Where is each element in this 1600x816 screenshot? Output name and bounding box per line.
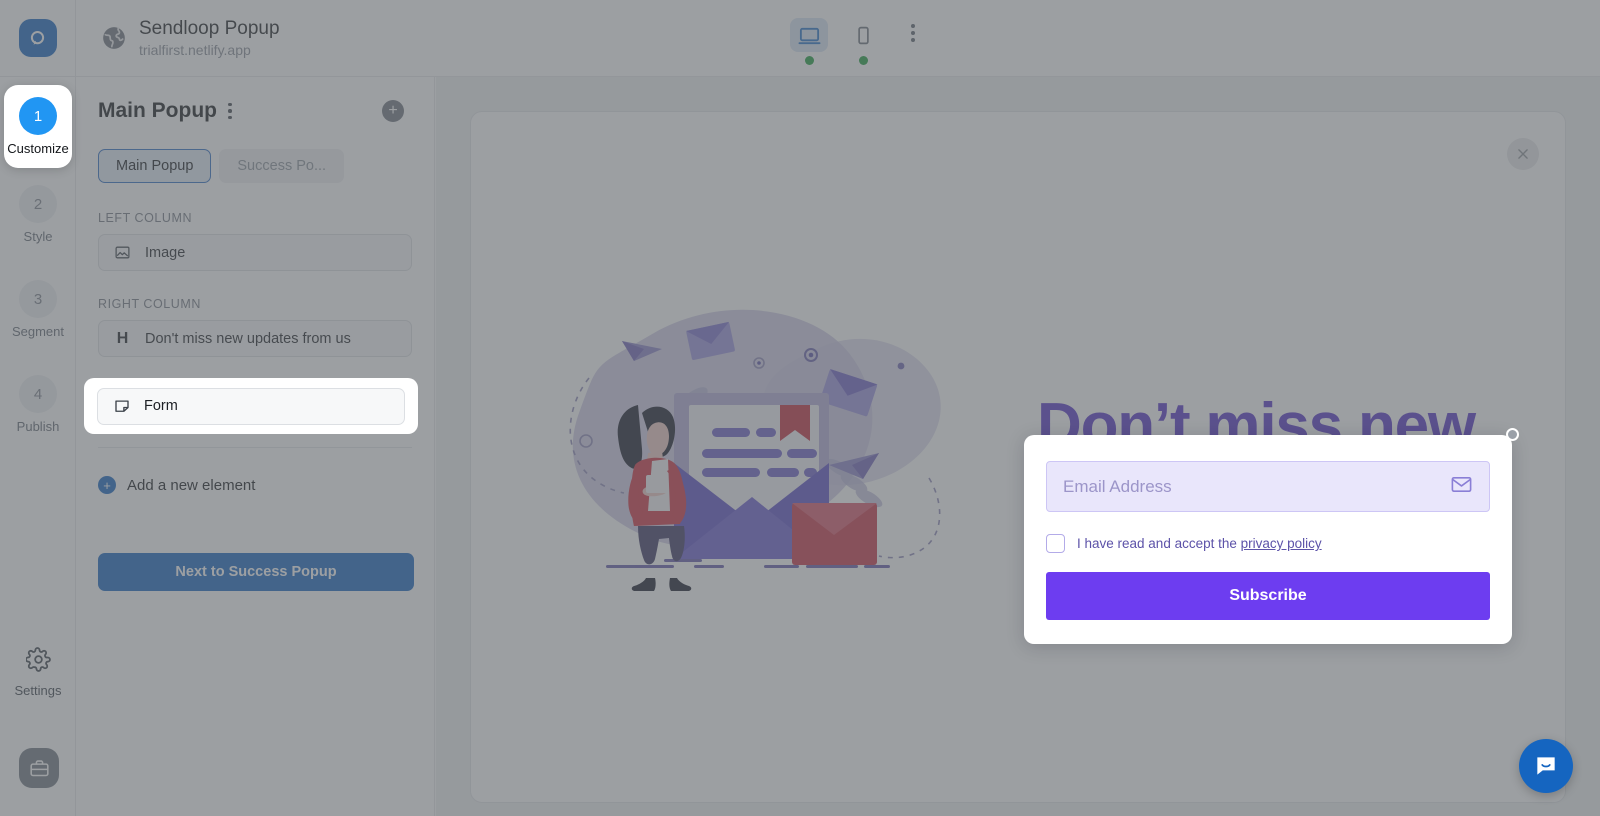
mobile-icon xyxy=(844,18,882,52)
chat-bubble-icon[interactable] xyxy=(1519,739,1573,793)
element-heading[interactable]: H Don't miss new updates from us xyxy=(98,320,412,357)
desktop-icon xyxy=(790,18,828,52)
privacy-policy-link[interactable]: privacy policy xyxy=(1241,536,1322,551)
element-image[interactable]: Image xyxy=(98,234,412,271)
element-form[interactable]: Form xyxy=(97,387,405,425)
popup-subscribe-form: Email Address I have read and accept the… xyxy=(1024,428,1519,644)
gear-icon xyxy=(24,647,51,677)
step-number: 4 xyxy=(19,375,57,413)
panel-divider xyxy=(98,447,412,448)
globe-icon xyxy=(101,25,127,51)
popup-illustration xyxy=(471,112,1027,802)
element-label: Don't miss new updates from us xyxy=(145,330,351,347)
tab-main-popup[interactable]: Main Popup xyxy=(98,149,212,183)
plus-circle-icon: + xyxy=(98,476,116,494)
sidebar-step-customize[interactable]: 1 Customize xyxy=(4,85,72,168)
panel-options-kebab-icon[interactable] xyxy=(226,101,234,122)
form-icon xyxy=(112,397,131,415)
envelope-icon xyxy=(1450,473,1473,501)
left-column-label: LEFT COLUMN xyxy=(98,211,193,225)
sidebar-step-publish[interactable]: 4 Publish xyxy=(0,363,76,444)
sidebar-step-style[interactable]: 2 Style xyxy=(0,173,76,254)
settings-label: Settings xyxy=(14,683,62,698)
editor-panel: Main Popup + Main Popup Success Po... LE… xyxy=(76,77,435,816)
step-rail: 1 Customize 2 Style 3 Segment 4 Publish xyxy=(0,77,76,816)
step-label: Customize xyxy=(7,141,69,156)
form-resize-handle[interactable] xyxy=(1506,428,1519,441)
email-input-placeholder: Email Address xyxy=(1063,476,1172,496)
site-url: trialfirst.netlify.app xyxy=(139,42,251,59)
privacy-consent-row: I have read and accept the privacy polic… xyxy=(1046,534,1490,553)
app-logo[interactable] xyxy=(0,0,76,77)
add-new-element-button[interactable]: + Add a new element xyxy=(98,476,412,494)
panel-header: Main Popup + xyxy=(98,99,412,123)
step-number: 1 xyxy=(19,97,57,135)
site-info: Sendloop Popup trialfirst.netlify.app xyxy=(76,17,280,60)
element-label: Form xyxy=(144,398,178,414)
subscribe-button[interactable]: Subscribe xyxy=(1046,572,1490,620)
device-preview-toolbar xyxy=(790,14,928,65)
image-icon xyxy=(113,244,132,261)
step-label: Publish xyxy=(16,419,60,434)
step-label: Style xyxy=(23,229,53,244)
tab-success-popup[interactable]: Success Po... xyxy=(219,149,345,183)
kebab-menu-icon[interactable] xyxy=(898,16,928,50)
mobile-preview-button[interactable] xyxy=(844,14,882,65)
email-newsletter-illustration xyxy=(569,309,941,591)
mobile-status-dot xyxy=(858,56,868,65)
popup-tabs: Main Popup Success Po... xyxy=(98,149,412,183)
sidebar-step-segment[interactable]: 3 Segment xyxy=(0,268,76,349)
email-field[interactable]: Email Address xyxy=(1046,461,1490,512)
privacy-consent-label: I have read and accept the privacy polic… xyxy=(1077,536,1322,551)
desktop-status-dot xyxy=(804,56,814,65)
add-popup-plus-icon[interactable]: + xyxy=(382,100,404,122)
privacy-consent-prefix: I have read and accept the xyxy=(1077,536,1241,551)
site-title: Sendloop Popup xyxy=(139,17,280,39)
privacy-checkbox[interactable] xyxy=(1046,534,1065,553)
add-new-element-label: Add a new element xyxy=(127,476,256,494)
step-number: 2 xyxy=(19,185,57,223)
sidebar-item-settings[interactable]: Settings xyxy=(0,647,76,698)
heading-icon: H xyxy=(116,329,129,347)
briefcase-icon[interactable] xyxy=(19,748,59,788)
element-label: Image xyxy=(145,244,186,261)
next-to-success-popup-button[interactable]: Next to Success Popup xyxy=(98,553,414,591)
spotlight-form-element: Form xyxy=(84,378,418,434)
sendloop-logo-icon xyxy=(18,19,57,57)
right-column-label: RIGHT COLUMN xyxy=(98,297,201,311)
step-label: Segment xyxy=(11,324,65,339)
app-header: Sendloop Popup trialfirst.netlify.app xyxy=(0,0,1600,77)
desktop-preview-button[interactable] xyxy=(790,14,828,65)
step-number: 3 xyxy=(19,280,57,318)
page-title: Main Popup xyxy=(98,99,217,122)
